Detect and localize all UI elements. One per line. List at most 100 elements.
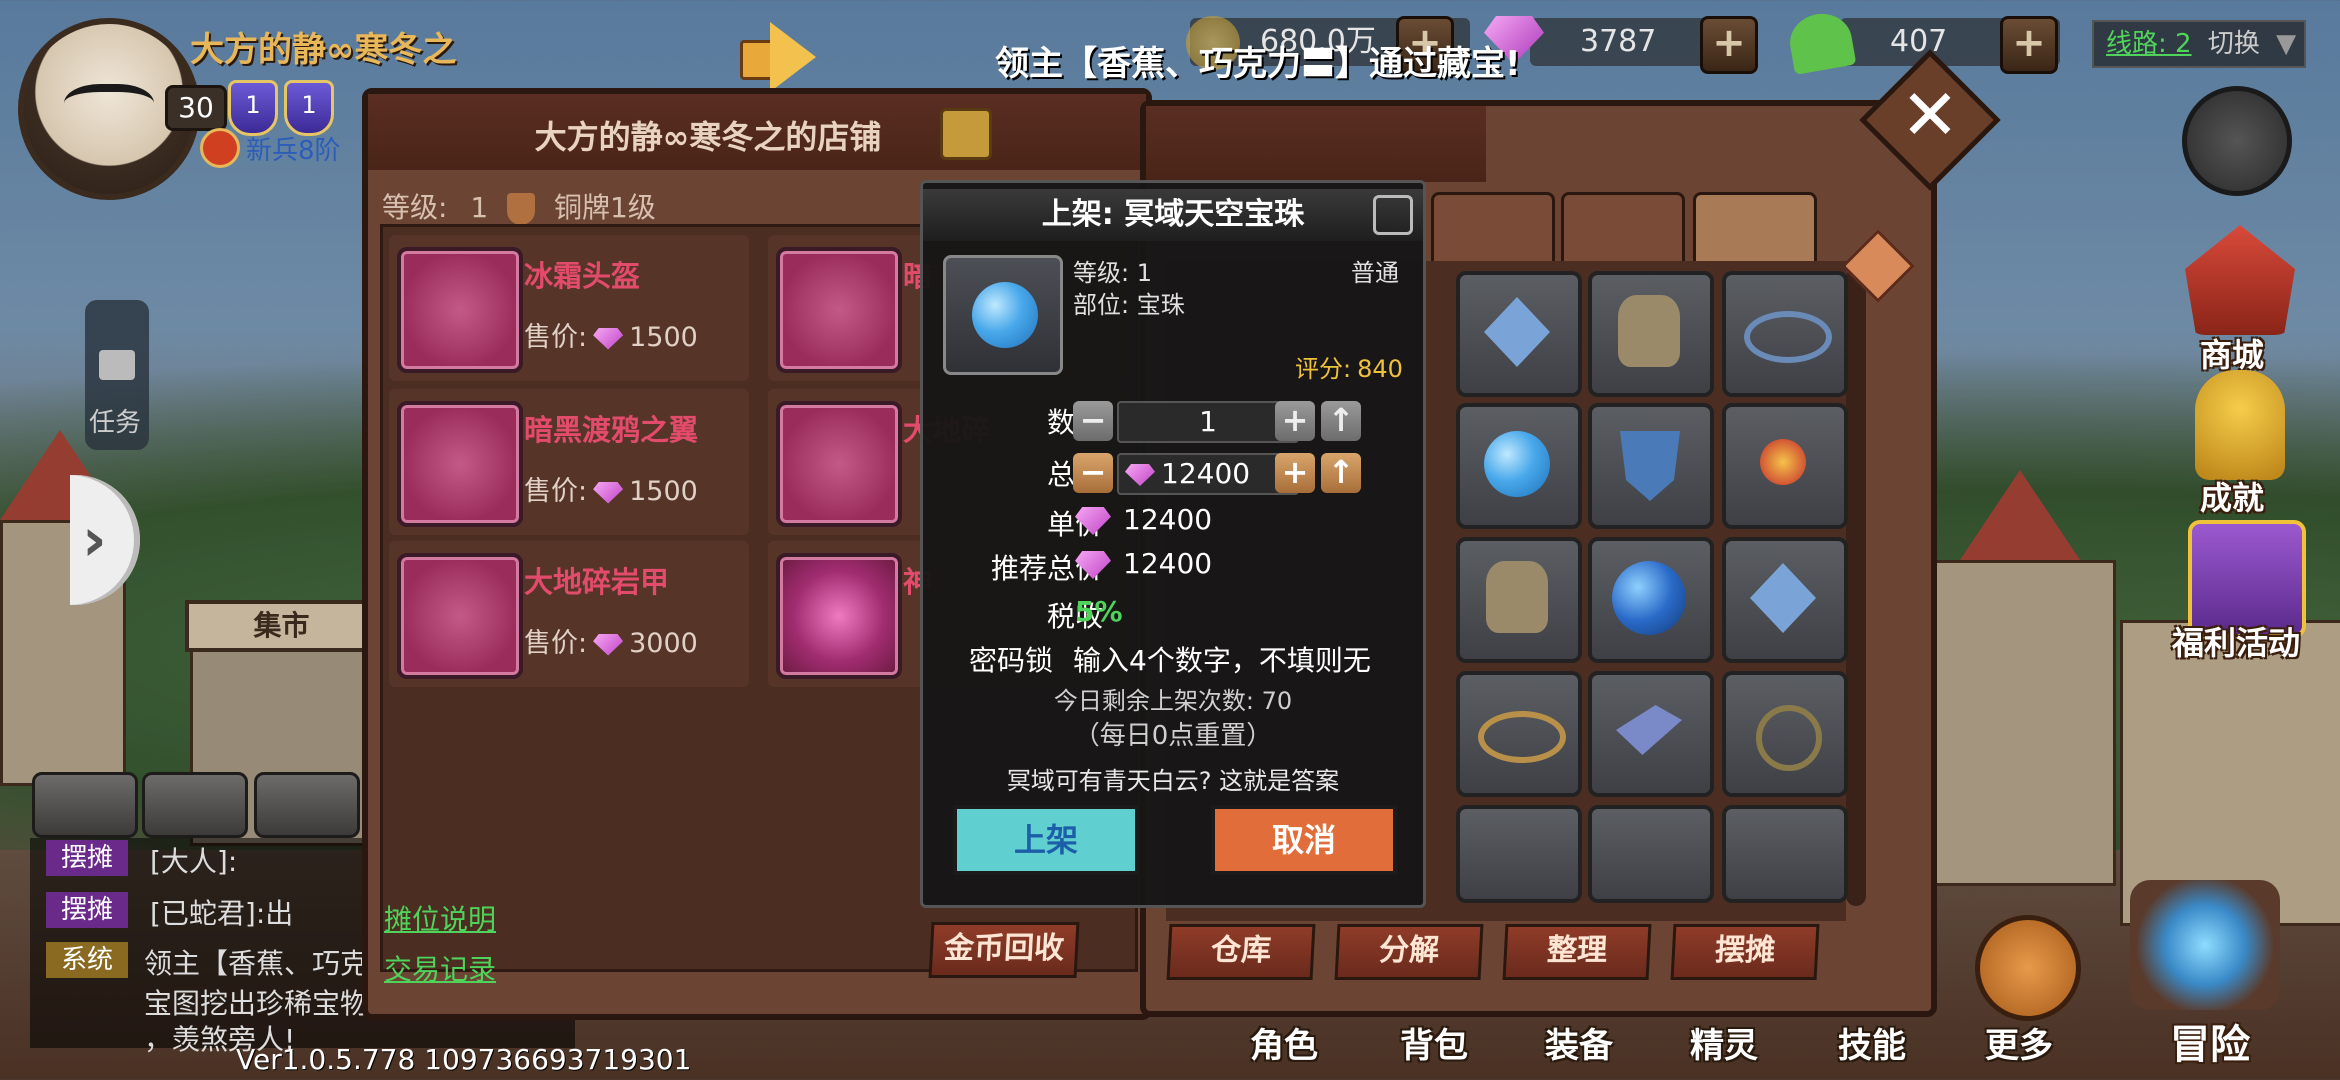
tab-book[interactable] (1431, 192, 1555, 270)
rookie-rank: 新兵8阶 (246, 136, 341, 166)
task-panel[interactable]: 任务 (85, 300, 149, 450)
bag-scrollbar[interactable] (1846, 266, 1866, 906)
gold-recycle-button[interactable]: 金币回收 (928, 922, 1080, 978)
chat-bubble-icon[interactable] (32, 772, 138, 838)
decompose-button[interactable]: 分解 (1334, 924, 1484, 980)
close-icon[interactable]: ✕ (1895, 70, 1965, 160)
stall-button[interactable]: 摆摊 (1670, 924, 1820, 980)
chevron-right-icon: › (82, 505, 107, 575)
item-price: 售价: 1500 (524, 322, 698, 353)
version-label: Ver1.0.5.778 109736693719301 (236, 1043, 692, 1076)
inventory-slot[interactable] (1456, 537, 1582, 663)
sort-button[interactable]: 整理 (1502, 924, 1652, 980)
gauntlet-icon (776, 247, 902, 373)
chat-message: [大人]: (150, 845, 238, 878)
friends-icon[interactable] (254, 772, 360, 838)
chat-message: [已蛇君]:出 (150, 897, 294, 930)
unit-price-value: 12400 (1069, 503, 1212, 536)
inventory-slot[interactable] (1588, 537, 1714, 663)
nav-character[interactable]: 角色 (1250, 1018, 1318, 1067)
inventory-slot[interactable] (1456, 805, 1582, 903)
hint-text: 冥域可有青天白云? 这就是答案 (1006, 767, 1340, 795)
tax-value: 5% (1075, 595, 1123, 628)
remaining-listings: 今日剩余上架次数: 70 (1053, 687, 1293, 715)
stall-info-link[interactable]: 摊位说明 (384, 898, 496, 938)
add-gems-button[interactable]: + (1700, 16, 1758, 74)
inventory-slot[interactable] (1722, 537, 1848, 663)
item-slot (943, 255, 1063, 375)
portal-icon[interactable] (2130, 880, 2280, 1010)
market-sign[interactable]: 集市 (185, 600, 378, 652)
mail-icon[interactable] (142, 772, 248, 838)
warehouse-button[interactable]: 仓库 (1166, 924, 1316, 980)
nav-equipment[interactable]: 装备 (1545, 1018, 1613, 1067)
inventory-slot[interactable] (1456, 271, 1582, 397)
chat-tag: 摆摊 (46, 892, 128, 928)
password-input[interactable]: 输入4个数字，不填则无 (1073, 639, 1371, 679)
inventory-slot[interactable] (1588, 805, 1714, 903)
announcement-text: 领主【香蕉、巧克力〓】通过藏宝! (995, 44, 1521, 84)
qty-max-button[interactable]: ↑ (1321, 401, 1361, 441)
inventory-slot[interactable] (1722, 271, 1848, 397)
armor-icon (397, 553, 523, 679)
trophy-icon[interactable] (2195, 370, 2285, 480)
chevron-down-icon: ▼ (2276, 29, 2297, 59)
trade-log-link[interactable]: 交易记录 (384, 948, 496, 988)
item-price: 售价: 1500 (524, 476, 698, 507)
total-minus-button[interactable]: − (1073, 453, 1113, 493)
total-price-input[interactable]: 12400 (1117, 453, 1299, 495)
reset-note: （每日0点重置） (1073, 721, 1273, 751)
cancel-button[interactable]: 取消 (1211, 805, 1397, 875)
qty-input[interactable]: 1 (1117, 401, 1299, 443)
item-name: 暗黑渡鸦之翼 (524, 413, 699, 447)
route-label: 线路: 2 (2106, 29, 2192, 59)
tab-gem[interactable] (1561, 192, 1685, 270)
side-welfare-label[interactable]: 福利活动 (2172, 618, 2300, 664)
list-item-dialog: 上架: 冥域天空宝珠 等级: 1 普通 部位: 宝珠 评分:840 数量 − 1… (920, 180, 1426, 908)
qty-plus-button[interactable]: + (1275, 401, 1315, 441)
item-score: 评分: 840 (1295, 355, 1403, 383)
inventory-slot[interactable] (1456, 671, 1582, 797)
helmet-icon (397, 247, 523, 373)
player-name: 大方的静∞寒冬之 (190, 30, 457, 70)
rank-badge-icon: 1 (228, 80, 278, 136)
item-name: 冰霜头盔 (524, 259, 641, 293)
inventory-slot[interactable] (1588, 403, 1714, 529)
total-max-button[interactable]: ↑ (1321, 453, 1361, 493)
share-icon[interactable] (1373, 195, 1413, 235)
inventory-slot[interactable] (1722, 403, 1848, 529)
scroll-icon (99, 350, 135, 380)
compass-icon[interactable] (2182, 86, 2292, 196)
inventory-slot[interactable] (1456, 403, 1582, 529)
chat-message: 领主【香蕉、巧克 (144, 947, 369, 980)
player-level: 30 (165, 85, 227, 131)
server-route-selector[interactable]: 线路: 2 切换 ▼ (2092, 20, 2306, 68)
megaphone-icon (740, 22, 818, 92)
tab-materials[interactable] (1693, 192, 1817, 270)
edit-quill-icon[interactable] (940, 108, 992, 160)
inventory-slot[interactable] (1722, 671, 1848, 797)
total-plus-button[interactable]: + (1275, 453, 1315, 493)
adventure-button[interactable]: 冒险 (2170, 1012, 2250, 1070)
inventory-slot[interactable] (1588, 671, 1714, 797)
inventory-slot[interactable] (1588, 271, 1714, 397)
qty-minus-button[interactable]: − (1073, 401, 1113, 441)
nav-more[interactable]: 更多 (1985, 1018, 2053, 1067)
bronze-shield-icon (507, 193, 536, 225)
side-achievement-label[interactable]: 成就 (2200, 473, 2264, 519)
item-part: 部位: 宝珠 (1073, 291, 1185, 319)
nav-spirit[interactable]: 精灵 (1690, 1018, 1758, 1067)
more-menu-icon[interactable] (1975, 915, 2081, 1021)
inventory-slot[interactable] (1722, 805, 1848, 903)
shop-item[interactable]: 冰霜头盔 售价: 1500 (389, 235, 749, 381)
shop-item[interactable]: 暗黑渡鸦之翼 售价: 1500 (389, 389, 749, 535)
nav-skill[interactable]: 技能 (1838, 1018, 1906, 1067)
chat-tag: 摆摊 (46, 840, 128, 876)
grade-name: 铜牌1级 (553, 191, 656, 224)
nav-backpack[interactable]: 背包 (1400, 1018, 1468, 1067)
alert-icon (200, 128, 240, 168)
add-stamina-button[interactable]: + (2000, 16, 2058, 74)
list-confirm-button[interactable]: 上架 (953, 805, 1139, 875)
shop-item[interactable]: 大地碎岩甲 售价: 3000 (389, 541, 749, 687)
task-label: 任务 (89, 408, 142, 438)
